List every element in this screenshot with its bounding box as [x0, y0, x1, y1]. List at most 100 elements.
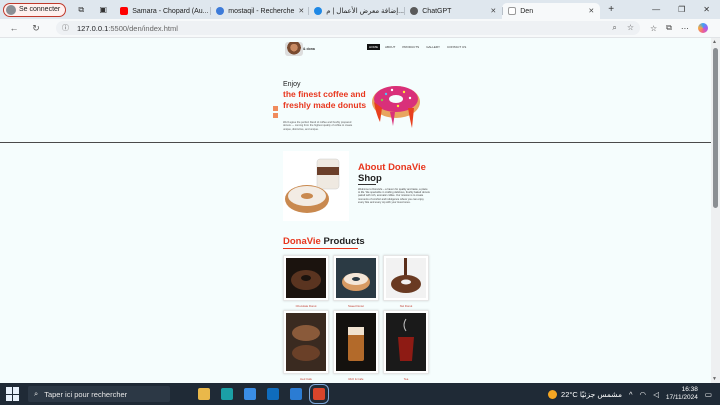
- windows-start-icon[interactable]: [6, 387, 20, 401]
- product-card[interactable]: Sweet Donut: [333, 255, 379, 308]
- nav-home[interactable]: HOME: [367, 44, 380, 50]
- about-title: About DonaVie Shop: [358, 162, 426, 184]
- clock-time: 16:38: [681, 386, 698, 393]
- product-image: [283, 310, 329, 374]
- about-subtitle: Shop: [358, 173, 382, 184]
- tab-den[interactable]: Den ✕: [502, 3, 601, 19]
- tab-actions-icon[interactable]: ▣: [96, 3, 110, 17]
- weather-widget[interactable]: 22°C مشمس جزئيًا: [548, 389, 622, 399]
- collections-icon[interactable]: ⧉: [666, 23, 672, 33]
- edge-icon[interactable]: [221, 388, 233, 400]
- zoom-icon[interactable]: ⌕: [612, 23, 616, 33]
- close-icon[interactable]: ✕: [298, 7, 304, 15]
- vscode-icon[interactable]: [290, 388, 302, 400]
- close-window-button[interactable]: ✕: [703, 5, 710, 14]
- volume-icon[interactable]: ◁: [653, 390, 659, 399]
- product-name: Chocolate Donut: [295, 304, 317, 308]
- outlook-icon[interactable]: [267, 388, 279, 400]
- tab-label: إضافة معرض الأعمال | م...: [326, 8, 404, 15]
- products-rule: [283, 248, 358, 249]
- products-title-text: Products: [323, 236, 365, 247]
- product-card[interactable]: Chocolate Donut: [283, 255, 329, 308]
- file-explorer-icon[interactable]: [198, 388, 210, 400]
- nav-contact[interactable]: CONTACT US: [445, 44, 468, 50]
- taskbar-clock[interactable]: 16:38 17/11/2024: [666, 386, 698, 402]
- scrollbar-thumb[interactable]: [713, 48, 718, 208]
- product-card[interactable]: Nut Donut: [383, 255, 429, 308]
- tab-mostaqil[interactable]: إضافة معرض الأعمال | م... ✕: [308, 3, 404, 19]
- weather-icon: [548, 389, 558, 399]
- product-image: [333, 255, 379, 301]
- section-divider: [0, 142, 711, 143]
- store-icon[interactable]: [244, 388, 256, 400]
- site-icon: [314, 7, 323, 15]
- youtube-icon: [120, 7, 129, 15]
- url-path: :5500/den/index.html: [108, 23, 178, 33]
- weather-text: 22°C مشمس جزئيًا: [561, 389, 622, 399]
- site-nav: HOME ABOUT PRODUCTS GALLERY CONTACT US: [367, 44, 468, 50]
- product-name: Nut Donut: [399, 304, 413, 308]
- new-tab-button[interactable]: +: [608, 4, 614, 15]
- favorite-star-icon[interactable]: ☆: [627, 23, 634, 33]
- page-scrollbar[interactable]: ▲ ▼: [711, 38, 720, 383]
- tab-label: mostaqil - Recherche: [228, 7, 295, 15]
- close-icon[interactable]: ✕: [588, 7, 594, 15]
- tab-search[interactable]: mostaqil - Recherche ✕: [210, 3, 308, 19]
- product-card[interactable]: Rich & Cafe: [333, 310, 379, 381]
- product-card[interactable]: Tea: [383, 310, 429, 381]
- profile-label: Se connecter: [19, 6, 61, 13]
- tray-chevron-icon[interactable]: ^: [629, 390, 633, 399]
- taskbar-search-placeholder: Taper ici pour rechercher: [44, 389, 128, 399]
- close-icon[interactable]: ✕: [490, 7, 496, 15]
- windows-taskbar: ⌕ Taper ici pour rechercher 22°C مشمس جز…: [0, 383, 720, 405]
- product-image: [383, 255, 429, 301]
- restore-button[interactable]: ❐: [678, 5, 685, 14]
- minimize-button[interactable]: —: [652, 5, 660, 14]
- tab-youtube[interactable]: Samara - Chopard (Au... ✕: [114, 3, 210, 19]
- about-rule: [358, 184, 376, 185]
- address-bar-row: ← ↻ ⓘ 127.0.0.1:5500/den/index.html ⌕ ☆ …: [0, 19, 720, 38]
- nav-about[interactable]: ABOUT: [383, 44, 397, 50]
- profile-button[interactable]: Se connecter: [3, 2, 67, 17]
- product-name: Rich & Cafe: [348, 377, 364, 381]
- product-image: [383, 310, 429, 374]
- hero-title: the finest coffee and freshly made donut…: [283, 89, 367, 110]
- info-icon[interactable]: ⓘ: [62, 23, 69, 33]
- page-icon: [508, 7, 517, 15]
- chatgpt-icon: [410, 7, 419, 15]
- clock-date: 17/11/2024: [665, 394, 698, 401]
- nav-products[interactable]: PRODUCTS: [400, 44, 421, 50]
- wifi-icon[interactable]: ◠: [640, 390, 647, 399]
- site-logo-text: & dona: [303, 47, 315, 51]
- back-button[interactable]: ←: [6, 23, 22, 33]
- favorites-icon[interactable]: ☆: [650, 24, 657, 33]
- about-image: [283, 151, 349, 221]
- site-logo[interactable]: [285, 42, 303, 56]
- tab-chatgpt[interactable]: ChatGPT ✕: [404, 3, 502, 19]
- slider-dot[interactable]: [273, 113, 278, 118]
- url-field[interactable]: ⓘ 127.0.0.1:5500/den/index.html ⌕ ☆: [56, 21, 640, 35]
- product-name: Tea: [403, 377, 409, 381]
- copilot-icon[interactable]: [697, 23, 708, 33]
- url-host: 127.0.0.1: [77, 23, 109, 33]
- tab-label: Den: [520, 7, 534, 15]
- app-icon[interactable]: [309, 384, 329, 404]
- browser-tab-bar: Se connecter ⧉ ▣ Samara - Chopard (Au...…: [0, 0, 720, 19]
- avatar-icon: [6, 4, 16, 15]
- products-brand: DonaVie: [283, 236, 321, 247]
- search-icon: [216, 7, 225, 15]
- scroll-down-icon[interactable]: ▼: [712, 376, 717, 382]
- notifications-icon[interactable]: ▭: [705, 390, 712, 399]
- workspaces-icon[interactable]: ⧉: [74, 3, 88, 17]
- refresh-button[interactable]: ↻: [28, 23, 44, 34]
- about-title-text: About DonaVie: [358, 162, 426, 173]
- slider-dot[interactable]: [273, 106, 278, 111]
- product-name: Iced Cafe: [300, 377, 312, 381]
- scroll-up-icon[interactable]: ▲: [712, 39, 717, 45]
- product-card[interactable]: Iced Cafe: [283, 310, 329, 381]
- more-icon[interactable]: ⋯: [681, 24, 689, 33]
- nav-gallery[interactable]: GALLERY: [424, 44, 442, 50]
- hero-description: We'd agree the perfect blend of coffee a…: [283, 121, 353, 131]
- tab-label: Samara - Chopard (Au...: [132, 7, 209, 15]
- taskbar-search[interactable]: ⌕ Taper ici pour rechercher: [28, 386, 170, 402]
